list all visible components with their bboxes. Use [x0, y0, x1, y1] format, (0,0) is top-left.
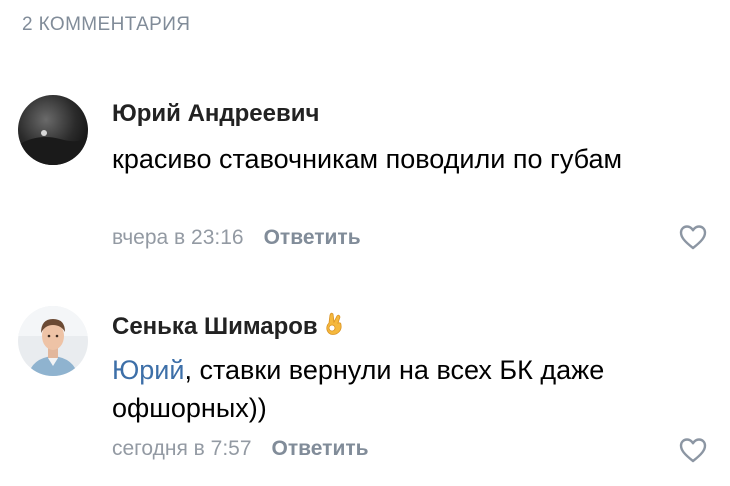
comment-timestamp: вчера в 23:16 [112, 226, 244, 249]
reply-button[interactable]: Ответить [272, 437, 369, 460]
comment-meta: сегодня в 7:57 Ответить [112, 437, 369, 461]
comment-meta: вчера в 23:16 Ответить [112, 226, 361, 250]
comment-author[interactable]: Сенька Шимаров [112, 311, 344, 344]
comment-timestamp: сегодня в 7:57 [112, 437, 252, 460]
avatar[interactable] [18, 95, 88, 165]
heart-outline-icon[interactable] [678, 223, 708, 251]
comment-author-name[interactable]: Сенька Шимаров [112, 313, 318, 340]
heart-outline-icon[interactable] [678, 436, 708, 464]
ok-hand-emoji-icon [324, 311, 344, 344]
comment-author[interactable]: Юрий Андреевич [112, 100, 319, 128]
comments-count-header: 2 КОММЕНТАРИЯ [22, 14, 191, 35]
reply-button[interactable]: Ответить [264, 226, 361, 249]
comment-text: Юрий, ставки вернули на всех БК даже офш… [112, 351, 682, 427]
comment-text-body: , ставки вернули на всех БК даже офшорны… [112, 355, 605, 423]
comment-text: красиво ставочникам поводили по губам [112, 144, 623, 174]
avatar[interactable] [18, 306, 88, 376]
mention-link[interactable]: Юрий [112, 355, 184, 385]
